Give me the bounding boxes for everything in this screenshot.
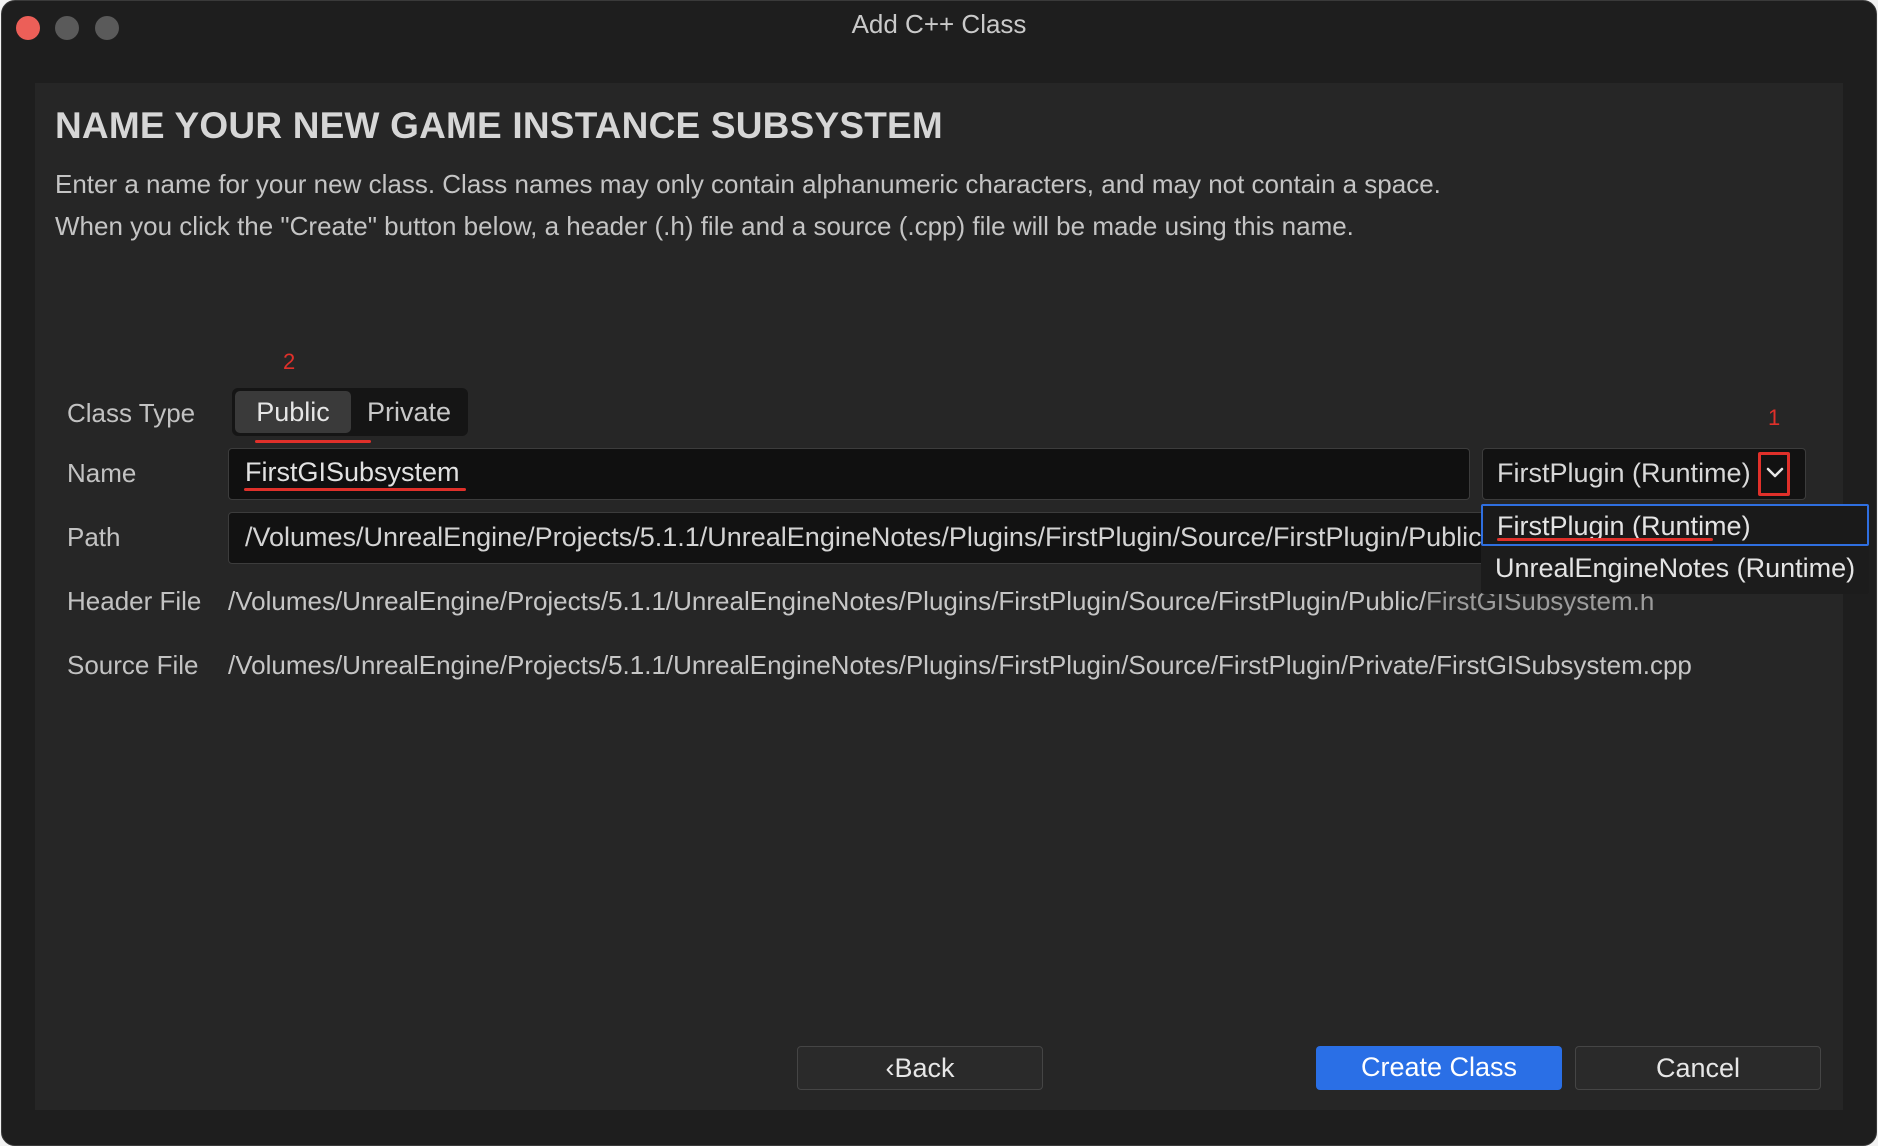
annotation-underline-public xyxy=(255,440,371,443)
back-button[interactable]: ‹Back xyxy=(797,1046,1043,1090)
window-title: Add C++ Class xyxy=(851,9,1027,39)
class-type-label: Class Type xyxy=(67,398,196,428)
path-value: /Volumes/UnrealEngine/Projects/5.1.1/Unr… xyxy=(245,522,1490,552)
class-type-toggle: Public Private xyxy=(232,388,468,436)
cancel-button[interactable]: Cancel xyxy=(1575,1046,1821,1090)
class-name-value: FirstGISubsystem xyxy=(245,457,460,487)
header-file-dir: /Volumes/UnrealEngine/Projects/5.1.1/Unr… xyxy=(228,586,1427,616)
module-select-value: FirstPlugin (Runtime) xyxy=(1497,458,1751,488)
module-option-unrealenginenotes[interactable]: UnrealEngineNotes (Runtime) xyxy=(1481,548,1869,590)
chevron-down-icon xyxy=(1766,467,1784,478)
annotation-underline-module xyxy=(1497,538,1713,541)
back-button-label: Back xyxy=(894,1053,955,1083)
class-name-input[interactable]: FirstGISubsystem xyxy=(228,448,1470,500)
title-bar: Add C++ Class xyxy=(2,1,1876,51)
create-class-button[interactable]: Create Class xyxy=(1316,1046,1562,1090)
page-title: NAME YOUR NEW GAME INSTANCE SUBSYSTEM xyxy=(55,105,943,146)
add-class-window: Add C++ Class NAME YOUR NEW GAME INSTANC… xyxy=(1,0,1877,1146)
module-dropdown-toggle[interactable] xyxy=(1758,452,1790,496)
content-panel: NAME YOUR NEW GAME INSTANCE SUBSYSTEM En… xyxy=(35,83,1843,1110)
header-file-label: Header File xyxy=(67,586,202,616)
class-type-public-button[interactable]: Public xyxy=(235,391,351,433)
source-file-path: /Volumes/UnrealEngine/Projects/5.1.1/Unr… xyxy=(228,650,1692,680)
name-label: Name xyxy=(67,458,137,488)
class-type-private-button[interactable]: Private xyxy=(353,391,465,433)
module-select[interactable]: FirstPlugin (Runtime) xyxy=(1482,448,1806,500)
module-dropdown-list: FirstPlugin (Runtime) UnrealEngineNotes … xyxy=(1481,504,1869,594)
path-label: Path xyxy=(67,522,121,552)
annotation-marker-2: 2 xyxy=(283,349,296,374)
annotation-underline-name xyxy=(244,488,466,491)
description-line-1: Enter a name for your new class. Class n… xyxy=(55,169,1441,199)
header-file-path: /Volumes/UnrealEngine/Projects/5.1.1/Unr… xyxy=(228,586,1654,617)
description-line-2: When you click the "Create" button below… xyxy=(55,211,1354,241)
path-input[interactable]: /Volumes/UnrealEngine/Projects/5.1.1/Unr… xyxy=(228,512,1528,564)
source-file-label: Source File xyxy=(67,650,199,680)
